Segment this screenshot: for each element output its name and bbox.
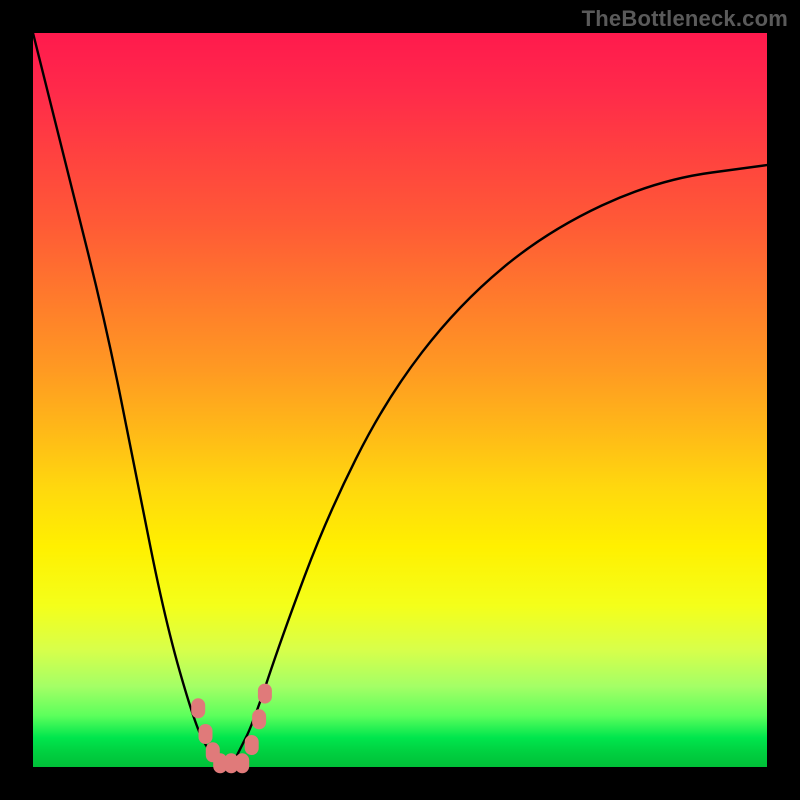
bead [252, 709, 266, 729]
chart-svg [33, 33, 767, 767]
plot-area [33, 33, 767, 767]
bead [199, 724, 213, 744]
bead [245, 735, 259, 755]
bead [258, 684, 272, 704]
bottleneck-curve [33, 33, 767, 767]
bead [235, 753, 249, 773]
bead [191, 698, 205, 718]
bead-cluster [191, 684, 272, 774]
watermark-text: TheBottleneck.com [582, 6, 788, 32]
chart-frame: TheBottleneck.com [0, 0, 800, 800]
